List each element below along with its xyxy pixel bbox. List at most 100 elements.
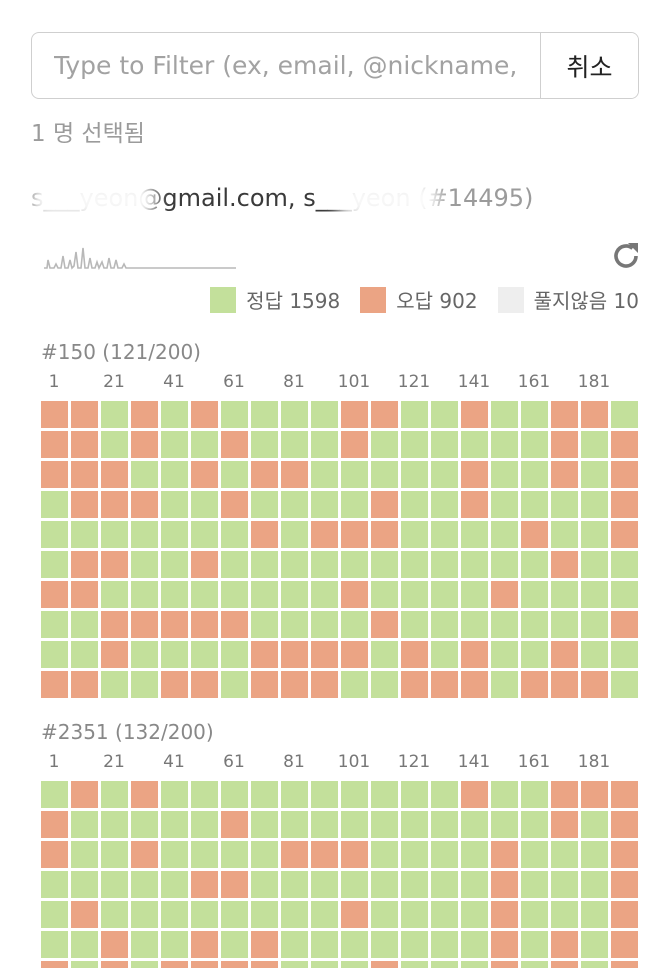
correct-cell[interactable] xyxy=(221,901,248,928)
wrong-cell[interactable] xyxy=(221,811,248,838)
correct-cell[interactable] xyxy=(341,491,368,518)
correct-cell[interactable] xyxy=(101,841,128,868)
wrong-cell[interactable] xyxy=(221,611,248,638)
correct-cell[interactable] xyxy=(251,901,278,928)
correct-cell[interactable] xyxy=(371,581,398,608)
correct-cell[interactable] xyxy=(521,461,548,488)
correct-cell[interactable] xyxy=(611,401,638,428)
wrong-cell[interactable] xyxy=(71,431,98,458)
wrong-cell[interactable] xyxy=(101,961,128,968)
correct-cell[interactable] xyxy=(371,431,398,458)
correct-cell[interactable] xyxy=(551,521,578,548)
correct-cell[interactable] xyxy=(131,961,158,968)
problem-title[interactable]: #150 (121/200) xyxy=(41,337,641,367)
correct-cell[interactable] xyxy=(281,901,308,928)
wrong-cell[interactable] xyxy=(251,641,278,668)
correct-cell[interactable] xyxy=(281,871,308,898)
correct-cell[interactable] xyxy=(161,401,188,428)
wrong-cell[interactable] xyxy=(71,781,98,808)
correct-cell[interactable] xyxy=(431,641,458,668)
correct-cell[interactable] xyxy=(341,871,368,898)
correct-cell[interactable] xyxy=(161,781,188,808)
correct-cell[interactable] xyxy=(161,581,188,608)
correct-cell[interactable] xyxy=(521,581,548,608)
wrong-cell[interactable] xyxy=(71,671,98,698)
wrong-cell[interactable] xyxy=(611,871,638,898)
correct-cell[interactable] xyxy=(161,431,188,458)
correct-cell[interactable] xyxy=(161,931,188,958)
correct-cell[interactable] xyxy=(581,871,608,898)
correct-cell[interactable] xyxy=(461,581,488,608)
correct-cell[interactable] xyxy=(191,641,218,668)
correct-cell[interactable] xyxy=(581,961,608,968)
wrong-cell[interactable] xyxy=(461,461,488,488)
correct-cell[interactable] xyxy=(191,781,218,808)
wrong-cell[interactable] xyxy=(371,401,398,428)
correct-cell[interactable] xyxy=(491,431,518,458)
wrong-cell[interactable] xyxy=(221,431,248,458)
wrong-cell[interactable] xyxy=(371,521,398,548)
correct-cell[interactable] xyxy=(401,431,428,458)
correct-cell[interactable] xyxy=(161,841,188,868)
correct-cell[interactable] xyxy=(281,811,308,838)
correct-cell[interactable] xyxy=(611,551,638,578)
wrong-cell[interactable] xyxy=(131,841,158,868)
correct-cell[interactable] xyxy=(131,461,158,488)
correct-cell[interactable] xyxy=(101,781,128,808)
correct-cell[interactable] xyxy=(101,401,128,428)
wrong-cell[interactable] xyxy=(41,671,68,698)
correct-cell[interactable] xyxy=(281,401,308,428)
correct-cell[interactable] xyxy=(341,931,368,958)
correct-cell[interactable] xyxy=(131,641,158,668)
correct-cell[interactable] xyxy=(551,901,578,928)
correct-cell[interactable] xyxy=(401,931,428,958)
wrong-cell[interactable] xyxy=(341,401,368,428)
correct-cell[interactable] xyxy=(401,521,428,548)
correct-cell[interactable] xyxy=(401,841,428,868)
correct-cell[interactable] xyxy=(461,551,488,578)
correct-cell[interactable] xyxy=(341,461,368,488)
correct-cell[interactable] xyxy=(461,841,488,868)
wrong-cell[interactable] xyxy=(251,461,278,488)
correct-cell[interactable] xyxy=(101,431,128,458)
correct-cell[interactable] xyxy=(71,521,98,548)
correct-cell[interactable] xyxy=(131,811,158,838)
correct-cell[interactable] xyxy=(491,611,518,638)
correct-cell[interactable] xyxy=(581,811,608,838)
wrong-cell[interactable] xyxy=(41,431,68,458)
wrong-cell[interactable] xyxy=(191,871,218,898)
correct-cell[interactable] xyxy=(491,461,518,488)
correct-cell[interactable] xyxy=(461,431,488,458)
correct-cell[interactable] xyxy=(521,551,548,578)
correct-cell[interactable] xyxy=(431,901,458,928)
correct-cell[interactable] xyxy=(491,521,518,548)
wrong-cell[interactable] xyxy=(341,841,368,868)
wrong-cell[interactable] xyxy=(611,901,638,928)
wrong-cell[interactable] xyxy=(461,401,488,428)
correct-cell[interactable] xyxy=(161,551,188,578)
correct-cell[interactable] xyxy=(581,641,608,668)
correct-cell[interactable] xyxy=(251,401,278,428)
correct-cell[interactable] xyxy=(161,811,188,838)
wrong-cell[interactable] xyxy=(551,461,578,488)
correct-cell[interactable] xyxy=(461,521,488,548)
wrong-cell[interactable] xyxy=(221,961,248,968)
wrong-cell[interactable] xyxy=(251,671,278,698)
correct-cell[interactable] xyxy=(71,611,98,638)
wrong-cell[interactable] xyxy=(611,431,638,458)
wrong-cell[interactable] xyxy=(41,841,68,868)
correct-cell[interactable] xyxy=(371,811,398,838)
correct-cell[interactable] xyxy=(41,551,68,578)
wrong-cell[interactable] xyxy=(611,491,638,518)
wrong-cell[interactable] xyxy=(611,461,638,488)
correct-cell[interactable] xyxy=(491,491,518,518)
correct-cell[interactable] xyxy=(611,581,638,608)
correct-cell[interactable] xyxy=(251,781,278,808)
wrong-cell[interactable] xyxy=(461,671,488,698)
correct-cell[interactable] xyxy=(281,491,308,518)
correct-cell[interactable] xyxy=(581,491,608,518)
wrong-cell[interactable] xyxy=(41,401,68,428)
wrong-cell[interactable] xyxy=(611,781,638,808)
correct-cell[interactable] xyxy=(431,611,458,638)
wrong-cell[interactable] xyxy=(581,671,608,698)
